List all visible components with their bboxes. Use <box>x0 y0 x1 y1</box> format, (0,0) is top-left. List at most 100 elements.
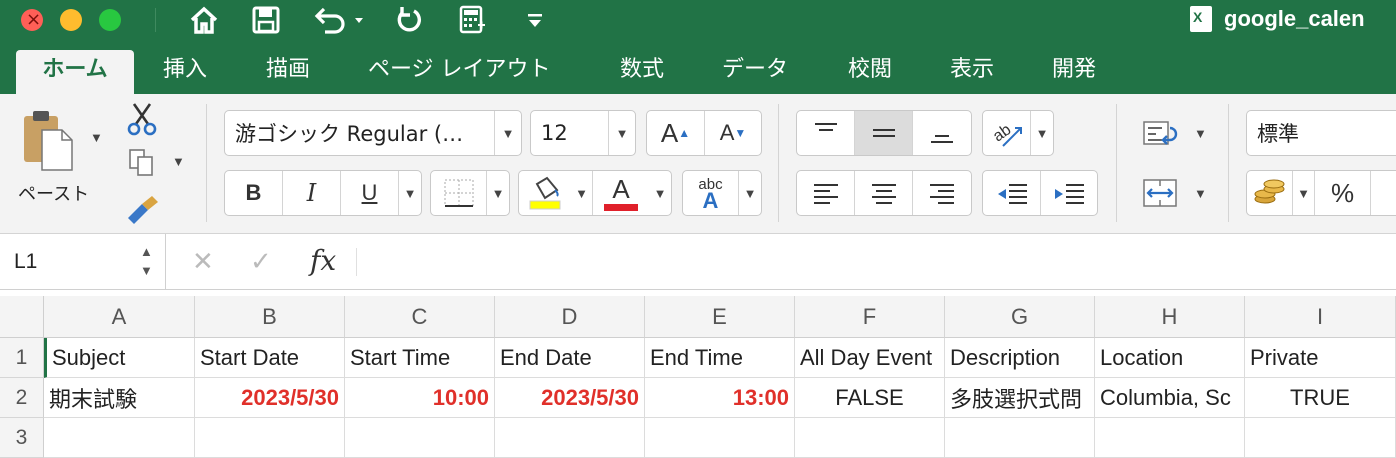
row-header-1[interactable]: 1 <box>0 338 44 378</box>
borders-button[interactable]: ▼ <box>430 170 510 216</box>
home-icon[interactable] <box>186 4 222 36</box>
cell-f3[interactable] <box>795 418 945 458</box>
merge-cells-icon[interactable] <box>1142 178 1178 213</box>
font-color-button[interactable]: A <box>593 171 649 215</box>
column-header-g[interactable]: G <box>945 296 1095 338</box>
align-bottom-button[interactable] <box>913 111 971 155</box>
cancel-formula-icon[interactable]: ✕ <box>192 246 214 277</box>
undo-icon[interactable] <box>310 4 368 36</box>
column-header-h[interactable]: H <box>1095 296 1245 338</box>
tab-insert[interactable]: 挿入 <box>163 50 207 94</box>
name-box-stepper[interactable]: ▲ ▼ <box>140 242 153 280</box>
phonetic-guide-button[interactable]: abc A ▼ <box>682 170 762 216</box>
cell-c3[interactable] <box>345 418 495 458</box>
cell-g1[interactable]: Description <box>945 338 1095 378</box>
wrap-text-dropdown-arrow[interactable]: ▼ <box>1194 126 1207 141</box>
name-box[interactable]: L1 ▲ ▼ <box>0 234 166 290</box>
italic-button[interactable]: I <box>283 171 341 215</box>
cell-b3[interactable] <box>195 418 345 458</box>
cell-b1[interactable]: Start Date <box>195 338 345 378</box>
chevron-down-icon[interactable]: ▼ <box>404 186 417 201</box>
cell-a3[interactable] <box>44 418 195 458</box>
customize-icon[interactable] <box>524 4 546 36</box>
cell-e2[interactable]: 13:00 <box>645 378 795 418</box>
cell-f2[interactable]: FALSE <box>795 378 945 418</box>
cell-f1[interactable]: All Day Event <box>795 338 945 378</box>
cell-g2[interactable]: 多肢選択式問 <box>945 378 1095 418</box>
cell-a1[interactable]: Subject <box>44 338 195 378</box>
copy-dropdown-arrow[interactable]: ▼ <box>172 154 185 169</box>
column-header-c[interactable]: C <box>345 296 495 338</box>
align-right-button[interactable] <box>913 171 971 215</box>
increase-font-size-button[interactable]: A ▲ <box>647 111 705 155</box>
cut-icon[interactable] <box>126 102 158 141</box>
column-header-d[interactable]: D <box>495 296 645 338</box>
column-header-f[interactable]: F <box>795 296 945 338</box>
format-painter-icon[interactable] <box>124 194 160 229</box>
tab-view[interactable]: 表示 <box>950 50 994 94</box>
cell-c1[interactable]: Start Time <box>345 338 495 378</box>
underline-button[interactable]: U <box>341 171 399 215</box>
save-icon[interactable] <box>250 4 282 36</box>
tab-home[interactable]: ホーム <box>16 50 134 94</box>
wrap-text-icon[interactable] <box>1142 118 1184 153</box>
align-middle-button[interactable] <box>855 111 913 155</box>
decrease-indent-button[interactable] <box>983 171 1041 215</box>
orientation-button[interactable]: ab ▼ <box>982 110 1054 156</box>
confirm-formula-icon[interactable]: ✓ <box>250 246 272 277</box>
row-header-3[interactable]: 3 <box>0 418 44 458</box>
percent-style-button[interactable]: % <box>1315 171 1371 215</box>
cell-i2[interactable]: TRUE <box>1245 378 1396 418</box>
accounting-format-button[interactable] <box>1247 171 1293 215</box>
chevron-down-icon[interactable]: ▼ <box>1297 186 1310 201</box>
formula-input[interactable] <box>366 248 1386 278</box>
cell-h2[interactable]: Columbia, Sc <box>1095 378 1245 418</box>
insert-function-button[interactable]: fx <box>310 244 336 277</box>
align-center-button[interactable] <box>855 171 913 215</box>
column-header-e[interactable]: E <box>645 296 795 338</box>
cell-b2[interactable]: 2023/5/30 <box>195 378 345 418</box>
chevron-down-icon[interactable]: ▼ <box>575 186 588 201</box>
tab-page-layout[interactable]: ページ レイアウト <box>368 50 551 94</box>
tab-review[interactable]: 校閲 <box>848 50 892 94</box>
close-window-button[interactable] <box>21 9 43 31</box>
cell-d3[interactable] <box>495 418 645 458</box>
paste-dropdown-arrow[interactable]: ▼ <box>90 130 103 145</box>
tab-developer[interactable]: 開発 <box>1052 50 1096 94</box>
column-header-i[interactable]: I <box>1245 296 1396 338</box>
redo-icon[interactable] <box>392 4 426 36</box>
cell-d1[interactable]: End Date <box>495 338 645 378</box>
cell-g3[interactable] <box>945 418 1095 458</box>
minimize-window-button[interactable] <box>60 9 82 31</box>
cell-d2[interactable]: 2023/5/30 <box>495 378 645 418</box>
zoom-window-button[interactable] <box>99 9 121 31</box>
column-header-a[interactable]: A <box>44 296 195 338</box>
cell-i3[interactable] <box>1245 418 1396 458</box>
comma-style-button[interactable] <box>1371 171 1396 215</box>
calculator-icon[interactable] <box>456 4 488 36</box>
fill-color-button[interactable] <box>519 171 571 215</box>
increase-indent-button[interactable] <box>1041 171 1097 215</box>
bold-button[interactable]: B <box>225 171 283 215</box>
tab-data[interactable]: データ <box>722 50 788 94</box>
cell-h1[interactable]: Location <box>1095 338 1245 378</box>
align-top-button[interactable] <box>797 111 855 155</box>
column-header-b[interactable]: B <box>195 296 345 338</box>
cell-e1[interactable]: End Time <box>645 338 795 378</box>
row-header-2[interactable]: 2 <box>0 378 44 418</box>
cell-h3[interactable] <box>1095 418 1245 458</box>
font-size-select[interactable]: 12 ▼ <box>530 110 636 156</box>
cell-a2[interactable]: 期末試験 <box>44 378 195 418</box>
align-left-button[interactable] <box>797 171 855 215</box>
number-format-select[interactable]: 標準 <box>1246 110 1396 156</box>
chevron-down-icon[interactable]: ▼ <box>654 186 667 201</box>
paste-button[interactable] <box>20 108 80 174</box>
decrease-font-size-button[interactable]: A ▼ <box>705 111 761 155</box>
tab-draw[interactable]: 描画 <box>266 50 310 94</box>
copy-icon[interactable] <box>128 148 156 183</box>
font-name-select[interactable]: 游ゴシック Regular (… ▼ <box>224 110 522 156</box>
cell-e3[interactable] <box>645 418 795 458</box>
cell-i1[interactable]: Private <box>1245 338 1396 378</box>
merge-dropdown-arrow[interactable]: ▼ <box>1194 186 1207 201</box>
cell-c2[interactable]: 10:00 <box>345 378 495 418</box>
